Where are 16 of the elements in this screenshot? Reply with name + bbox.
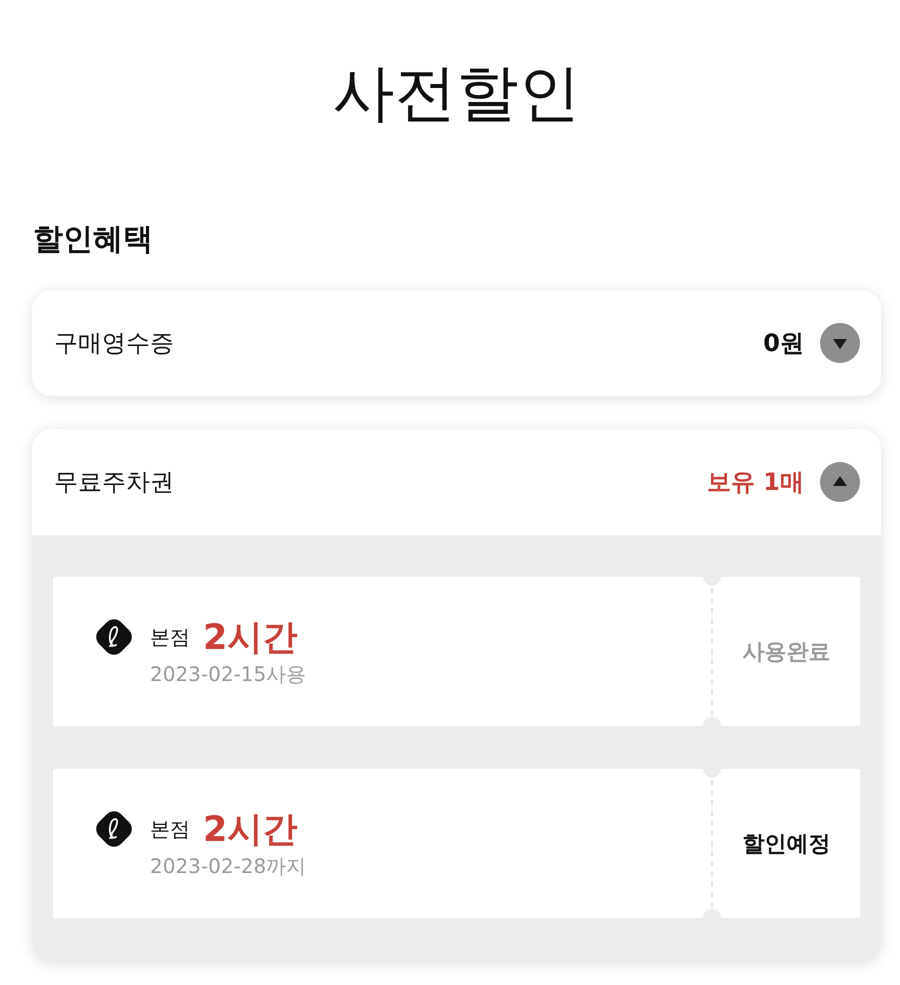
benefit-value: 0원: [763, 328, 804, 359]
parking-duration: 2시간: [203, 616, 298, 660]
caret-up-icon[interactable]: [820, 462, 860, 502]
coupon-status: 사용완료: [742, 638, 830, 666]
benefit-label: 구매영수증: [54, 328, 175, 359]
coupon-status: 할인예정: [742, 830, 830, 858]
branch-label: 본점: [150, 816, 190, 842]
benefit-label: 무료주차권: [54, 467, 175, 498]
caret-down-icon[interactable]: [820, 323, 860, 363]
benefit-value: 보유 1매: [706, 467, 804, 498]
coupon-date: 2023-02-15사용: [150, 660, 306, 688]
parking-duration: 2시간: [203, 808, 298, 852]
section-heading: 할인혜택: [33, 223, 154, 256]
branch-label: 본점: [150, 624, 190, 650]
page-title: 사전할인: [332, 62, 582, 124]
coupon-date: 2023-02-28까지: [150, 852, 306, 880]
